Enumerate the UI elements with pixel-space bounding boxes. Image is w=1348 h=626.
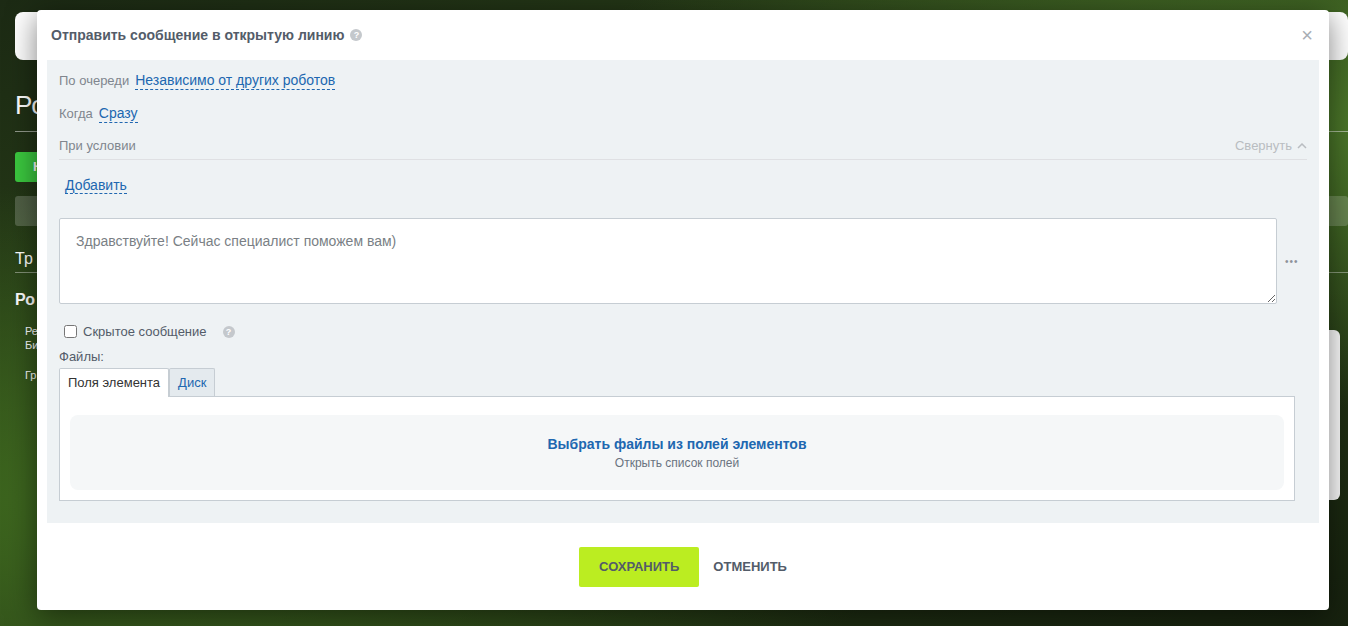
dialog-footer: СОХРАНИТЬ ОТМЕНИТЬ: [37, 523, 1329, 610]
picker-title: Выбрать файлы из полей элементов: [547, 436, 806, 452]
files-tab-body: Выбрать файлы из полей элементов Открыть …: [59, 396, 1295, 501]
hidden-label: Скрытое сообщение: [83, 324, 207, 339]
setting-label: По очереди: [59, 73, 129, 88]
condition-header: При условии Свернуть: [59, 138, 1307, 160]
collapse-toggle[interactable]: Свернуть: [1235, 138, 1307, 153]
settings-panel: По очереди Независимо от других роботов Ко…: [47, 60, 1319, 523]
hidden-message-row[interactable]: Скрытое сообщение?: [59, 324, 1307, 339]
dialog-title-bar: Отправить сообщение в открытую линию? ×: [37, 10, 1329, 60]
condition-body: Добавить: [59, 160, 1307, 204]
close-button[interactable]: ×: [1299, 24, 1315, 47]
setting-row: Когда Сразу: [59, 105, 1307, 138]
message-textarea[interactable]: Здравствуйте! Сейчас специалист поможем …: [59, 218, 1277, 304]
field-file-picker[interactable]: Выбрать файлы из полей элементов Открыть …: [70, 415, 1284, 490]
setting-row: По очереди Независимо от других роботов: [59, 72, 1307, 105]
message-row: Здравствуйте! Сейчас специалист поможем …: [59, 218, 1307, 304]
help-icon[interactable]: ?: [350, 29, 362, 41]
files-tab[interactable]: Поля элемента: [59, 368, 169, 397]
cancel-button[interactable]: ОТМЕНИТЬ: [713, 547, 787, 587]
setting-value[interactable]: Независимо от других роботов: [135, 72, 335, 90]
help-icon[interactable]: ?: [223, 326, 235, 338]
screen: РоНТрРоРеБиГрОтправить сообщение в откры…: [0, 0, 1348, 626]
setting-label: Когда: [59, 106, 93, 121]
save-button[interactable]: СОХРАНИТЬ: [579, 547, 699, 587]
condition-label: При условии: [59, 138, 136, 153]
files-tabs: Поля элементаДиск: [59, 368, 1295, 396]
files-label: Файлы:: [59, 349, 1307, 364]
insert-menu-icon[interactable]: •••: [1285, 256, 1307, 267]
chevron-icon: [1297, 143, 1307, 149]
dialog-title: Отправить сообщение в открытую линию: [51, 27, 344, 43]
files-tab[interactable]: Диск: [169, 368, 215, 396]
robot-dialog: Отправить сообщение в открытую линию? × По…: [37, 10, 1329, 610]
picker-hint: Открыть список полей: [615, 456, 739, 470]
setting-value[interactable]: Сразу: [99, 105, 138, 123]
add-condition-link[interactable]: Добавить: [65, 177, 127, 194]
hidden-checkbox[interactable]: [64, 325, 77, 338]
